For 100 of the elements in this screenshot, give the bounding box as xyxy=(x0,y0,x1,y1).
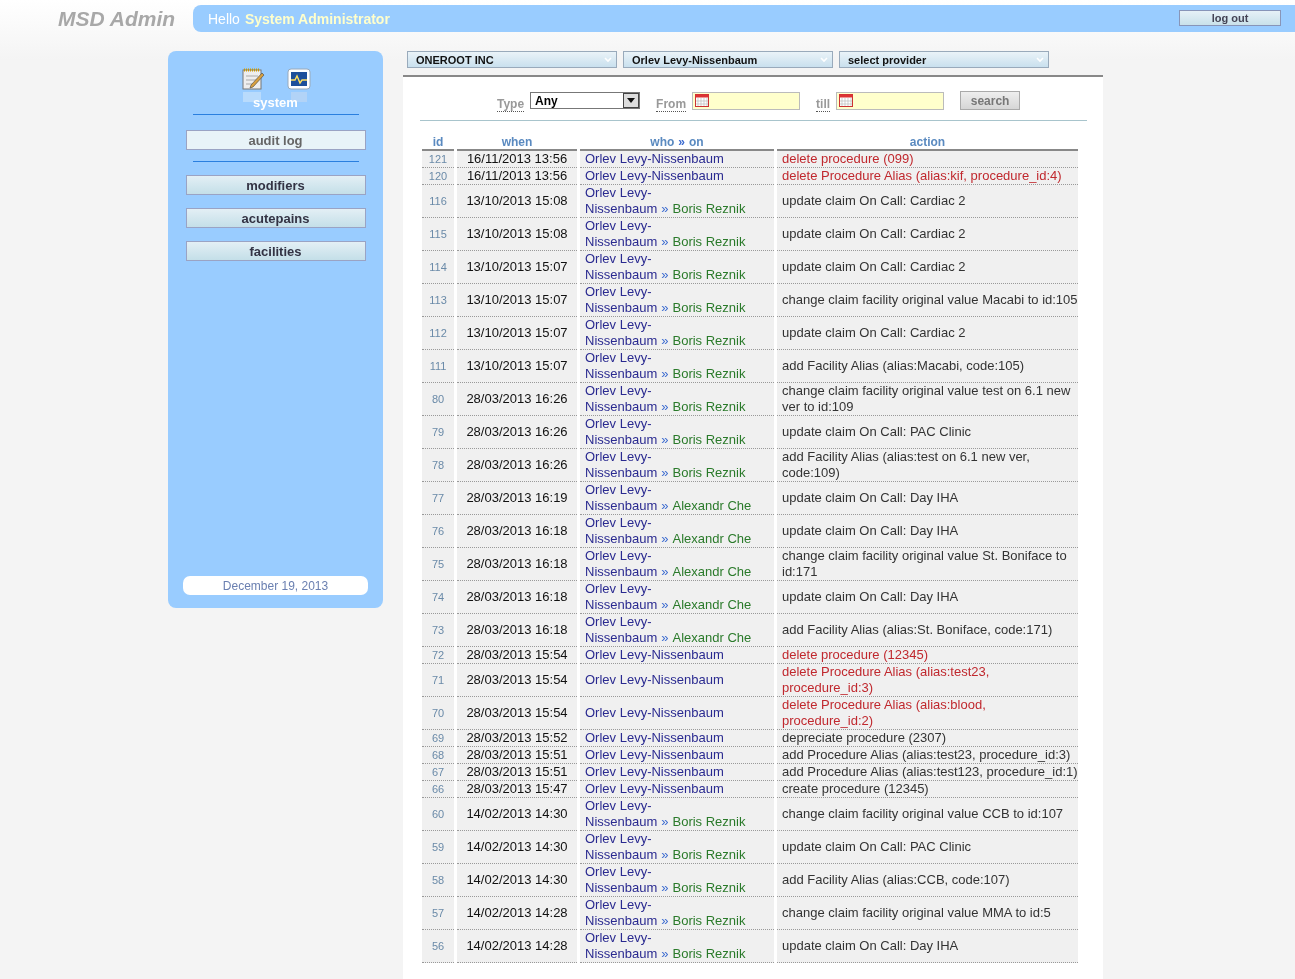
row-id: 68 xyxy=(431,749,445,761)
action-text: add Procedure Alias (alias:test123, procedure_id:1) xyxy=(782,764,1078,779)
row-id: 79 xyxy=(431,426,445,438)
action-text: update claim On Call: Day IHA xyxy=(782,938,959,953)
timestamp: 16/11/2013 13:56 xyxy=(466,168,568,183)
user-entry: Orlev Levy-Nissenbaum xyxy=(585,168,724,183)
nav-button[interactable]: facilities xyxy=(185,241,366,261)
timestamp: 28/03/2013 15:51 xyxy=(466,747,568,762)
user-entry: Orlev Levy-Nissenbaum xyxy=(585,672,724,687)
select-dropdown[interactable]: Orlev Levy-Nissenbaum xyxy=(623,51,833,68)
action-text: change claim facility original value MMA to id:5 xyxy=(782,905,1051,920)
user-entry: Orlev Levy-Nissenbaum xyxy=(585,764,724,779)
calendar-icon[interactable] xyxy=(695,93,710,107)
action-text: update claim On Call: Day IHA xyxy=(782,523,959,538)
timestamp: 28/03/2013 16:18 xyxy=(466,589,568,604)
row-id: 67 xyxy=(431,766,445,778)
timestamp: 28/03/2013 15:47 xyxy=(466,781,568,796)
select-dropdown[interactable]: select provider xyxy=(839,51,1049,68)
row-id: 76 xyxy=(431,525,445,537)
user-entry: Orlev Levy-Nissenbaum » Boris Reznik xyxy=(585,864,746,895)
date-field[interactable] xyxy=(836,91,945,110)
timestamp: 28/03/2013 15:51 xyxy=(466,764,568,779)
caret-icon xyxy=(627,98,636,103)
row-id: 111 xyxy=(429,360,447,372)
row-id: 59 xyxy=(431,841,445,853)
row-id: 77 xyxy=(431,492,445,504)
row-id: 56 xyxy=(431,940,445,952)
row-id: 112 xyxy=(429,327,447,339)
timestamp: 28/03/2013 16:19 xyxy=(466,490,568,505)
action-text: add Facility Alias (alias:CCB, code:107) xyxy=(782,872,1010,887)
logout-button[interactable]: log out xyxy=(1179,9,1281,26)
row-id: 74 xyxy=(431,591,445,603)
calendar-icon[interactable] xyxy=(839,93,854,107)
timestamp: 14/02/2013 14:28 xyxy=(466,905,568,920)
action-text: delete procedure (099) xyxy=(782,151,914,166)
chevron-icon xyxy=(820,56,828,63)
nav-button[interactable]: modifiers xyxy=(185,175,366,195)
column-header: on xyxy=(689,135,704,149)
action-text: update claim On Call: PAC Clinic xyxy=(782,424,972,439)
user-entry: Orlev Levy-Nissenbaum » Alexandr Che xyxy=(585,581,752,612)
action-text: update claim On Call: Cardiac 2 xyxy=(782,259,966,274)
action-text: change claim facility original value CCB to id:107 xyxy=(782,806,1064,821)
nav-button[interactable]: audit log xyxy=(185,130,366,150)
action-text: update claim On Call: Cardiac 2 xyxy=(782,193,966,208)
timestamp: 28/03/2013 15:54 xyxy=(466,705,568,720)
user-entry: Orlev Levy-Nissenbaum » Boris Reznik xyxy=(585,317,746,348)
user-entry: Orlev Levy-Nissenbaum xyxy=(585,730,724,745)
user-entry: Orlev Levy-Nissenbaum xyxy=(585,781,724,796)
row-id: 75 xyxy=(431,558,445,570)
action-text: change claim facility original value St. Boniface to id:171 xyxy=(782,548,1067,579)
action-text: create procedure (12345) xyxy=(782,781,929,796)
chevron-icon xyxy=(1036,56,1044,63)
timestamp: 14/02/2013 14:30 xyxy=(466,839,568,854)
action-text: delete Procedure Alias (alias:blood, procedure_id:2) xyxy=(782,697,986,728)
action-text: update claim On Call: PAC Clinic xyxy=(782,839,972,854)
user-entry: Orlev Levy-Nissenbaum » Alexandr Che xyxy=(585,482,752,513)
row-id: 78 xyxy=(431,459,445,471)
date-field[interactable] xyxy=(692,91,801,110)
action-text: update claim On Call: Day IHA xyxy=(782,589,959,604)
row-id: 70 xyxy=(431,707,445,719)
section-title: system xyxy=(253,95,298,110)
row-id: 114 xyxy=(429,261,447,273)
timestamp: 28/03/2013 15:52 xyxy=(466,730,568,745)
timestamp: 13/10/2013 15:07 xyxy=(466,259,568,274)
user-entry: Orlev Levy-Nissenbaum » Boris Reznik xyxy=(585,251,746,282)
app-logo: MSD Admin xyxy=(57,6,177,31)
current-date: December 19, 2013 xyxy=(183,576,368,595)
type-select[interactable]: Any xyxy=(530,92,641,109)
timestamp: 13/10/2013 15:07 xyxy=(466,358,568,373)
field-label: Type xyxy=(496,97,525,112)
action-text: delete Procedure Alias (alias:kif, procedure_id:4) xyxy=(782,168,1062,183)
user-entry: Orlev Levy-Nissenbaum » Boris Reznik xyxy=(585,350,746,381)
row-id: 113 xyxy=(429,294,447,306)
user-entry: Orlev Levy-Nissenbaum » Boris Reznik xyxy=(585,383,746,414)
action-text: delete Procedure Alias (alias:test23, procedure_id:3) xyxy=(782,664,990,695)
timestamp: 28/03/2013 15:54 xyxy=(466,647,568,662)
select-dropdown[interactable]: ONEROOT INC xyxy=(407,51,617,68)
field-label: From xyxy=(656,97,687,112)
action-text: update claim On Call: Cardiac 2 xyxy=(782,226,966,241)
nav-button[interactable]: acutepains xyxy=(185,208,366,228)
separator: » xyxy=(678,135,685,149)
timestamp: 28/03/2013 15:54 xyxy=(466,672,568,687)
user-entry: Orlev Levy-Nissenbaum » Alexandr Che xyxy=(585,614,752,645)
action-text: add Facility Alias (alias:test on 6.1 new ver, code:109) xyxy=(782,449,1030,480)
timestamp: 13/10/2013 15:07 xyxy=(466,292,568,307)
user-entry: Orlev Levy-Nissenbaum » Boris Reznik xyxy=(585,416,746,447)
row-id: 71 xyxy=(431,674,445,686)
field-label: till xyxy=(816,97,831,112)
timestamp: 13/10/2013 15:08 xyxy=(466,226,568,241)
row-id: 69 xyxy=(431,732,445,744)
action-text: update claim On Call: Cardiac 2 xyxy=(782,325,966,340)
user-entry: Orlev Levy-Nissenbaum xyxy=(585,151,724,166)
action-text: add Facility Alias (alias:Macabi, code:105) xyxy=(782,358,1025,373)
action-text: depreciate procedure (2307) xyxy=(782,730,947,745)
user-entry: Orlev Levy-Nissenbaum » Alexandr Che xyxy=(585,548,752,579)
row-id: 72 xyxy=(431,649,445,661)
row-id: 121 xyxy=(428,153,448,165)
user-entry: Orlev Levy-Nissenbaum » Boris Reznik xyxy=(585,897,746,928)
timestamp: 13/10/2013 15:07 xyxy=(466,325,568,340)
user-entry: Orlev Levy-Nissenbaum » Boris Reznik xyxy=(585,185,746,216)
